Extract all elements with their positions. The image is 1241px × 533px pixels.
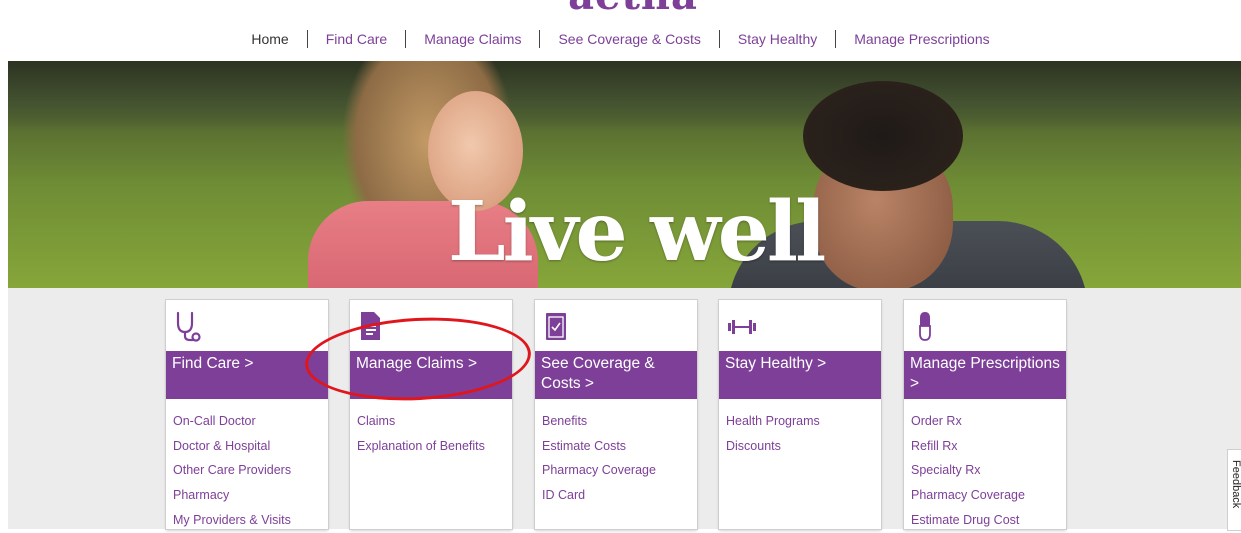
link-doctor-hospital[interactable]: Doctor & Hospital: [173, 434, 291, 459]
clipboard-check-icon: [543, 310, 569, 342]
nav-see-coverage-costs[interactable]: See Coverage & Costs: [540, 31, 718, 47]
stethoscope-icon: [174, 310, 201, 342]
card-title-manage-prescriptions[interactable]: Manage Prescriptions >: [904, 351, 1066, 399]
link-on-call-doctor[interactable]: On-Call Doctor: [173, 409, 291, 434]
link-pharmacy[interactable]: Pharmacy: [173, 483, 291, 508]
feedback-tab[interactable]: Feedback: [1227, 449, 1241, 531]
link-health-programs[interactable]: Health Programs: [726, 409, 820, 434]
nav-manage-claims[interactable]: Manage Claims: [406, 31, 539, 47]
hero-headline: Live well: [448, 184, 826, 280]
link-estimate-costs[interactable]: Estimate Costs: [542, 434, 656, 459]
card-manage-prescriptions: Manage Prescriptions > Order Rx Refill R…: [904, 300, 1066, 529]
link-discounts[interactable]: Discounts: [726, 434, 820, 459]
card-stay-healthy: Stay Healthy > Health Programs Discounts: [719, 300, 881, 529]
link-pharmacy-coverage[interactable]: Pharmacy Coverage: [911, 483, 1025, 508]
card-see-coverage-costs: See Coverage & Costs > Benefits Estimate…: [535, 300, 697, 529]
top-navigation: Home Find Care Manage Claims See Coverag…: [0, 26, 1241, 52]
nav-find-care[interactable]: Find Care: [308, 31, 405, 47]
card-links: Order Rx Refill Rx Specialty Rx Pharmacy…: [911, 409, 1025, 533]
link-specialty-rx[interactable]: Specialty Rx: [911, 458, 1025, 483]
link-other-care-providers[interactable]: Other Care Providers: [173, 458, 291, 483]
nav-manage-prescriptions[interactable]: Manage Prescriptions: [836, 31, 1007, 47]
card-title-stay-healthy[interactable]: Stay Healthy >: [719, 351, 881, 399]
link-claims[interactable]: Claims: [357, 409, 485, 434]
card-links: On-Call Doctor Doctor & Hospital Other C…: [173, 409, 291, 533]
link-refill-rx[interactable]: Refill Rx: [911, 434, 1025, 459]
aetna-logo[interactable]: aetna: [568, 0, 698, 16]
link-order-rx[interactable]: Order Rx: [911, 409, 1025, 434]
card-title-manage-claims[interactable]: Manage Claims >: [350, 351, 512, 399]
card-links: Benefits Estimate Costs Pharmacy Coverag…: [542, 409, 656, 508]
dumbbell-icon: [727, 310, 756, 342]
card-title-find-care[interactable]: Find Care >: [166, 351, 328, 399]
card-links: Health Programs Discounts: [726, 409, 820, 458]
hero-person-man-hair: [803, 81, 963, 191]
feedback-label: Feedback: [1230, 460, 1241, 509]
nav-stay-healthy[interactable]: Stay Healthy: [720, 31, 835, 47]
card-links: Claims Explanation of Benefits: [357, 409, 485, 458]
pill-capsule-icon: [912, 310, 938, 342]
card-title-see-coverage-costs[interactable]: See Coverage & Costs >: [535, 351, 697, 399]
card-manage-claims: Manage Claims > Claims Explanation of Be…: [350, 300, 512, 529]
document-icon: [358, 310, 384, 342]
link-benefits[interactable]: Benefits: [542, 409, 656, 434]
link-id-card[interactable]: ID Card: [542, 483, 656, 508]
card-find-care: Find Care > On-Call Doctor Doctor & Hosp…: [166, 300, 328, 529]
link-pharmacy-coverage[interactable]: Pharmacy Coverage: [542, 458, 656, 483]
hero-banner: Live well: [8, 61, 1241, 288]
link-explanation-of-benefits[interactable]: Explanation of Benefits: [357, 434, 485, 459]
nav-home[interactable]: Home: [233, 31, 306, 47]
hero-background-trees: [8, 61, 1241, 131]
